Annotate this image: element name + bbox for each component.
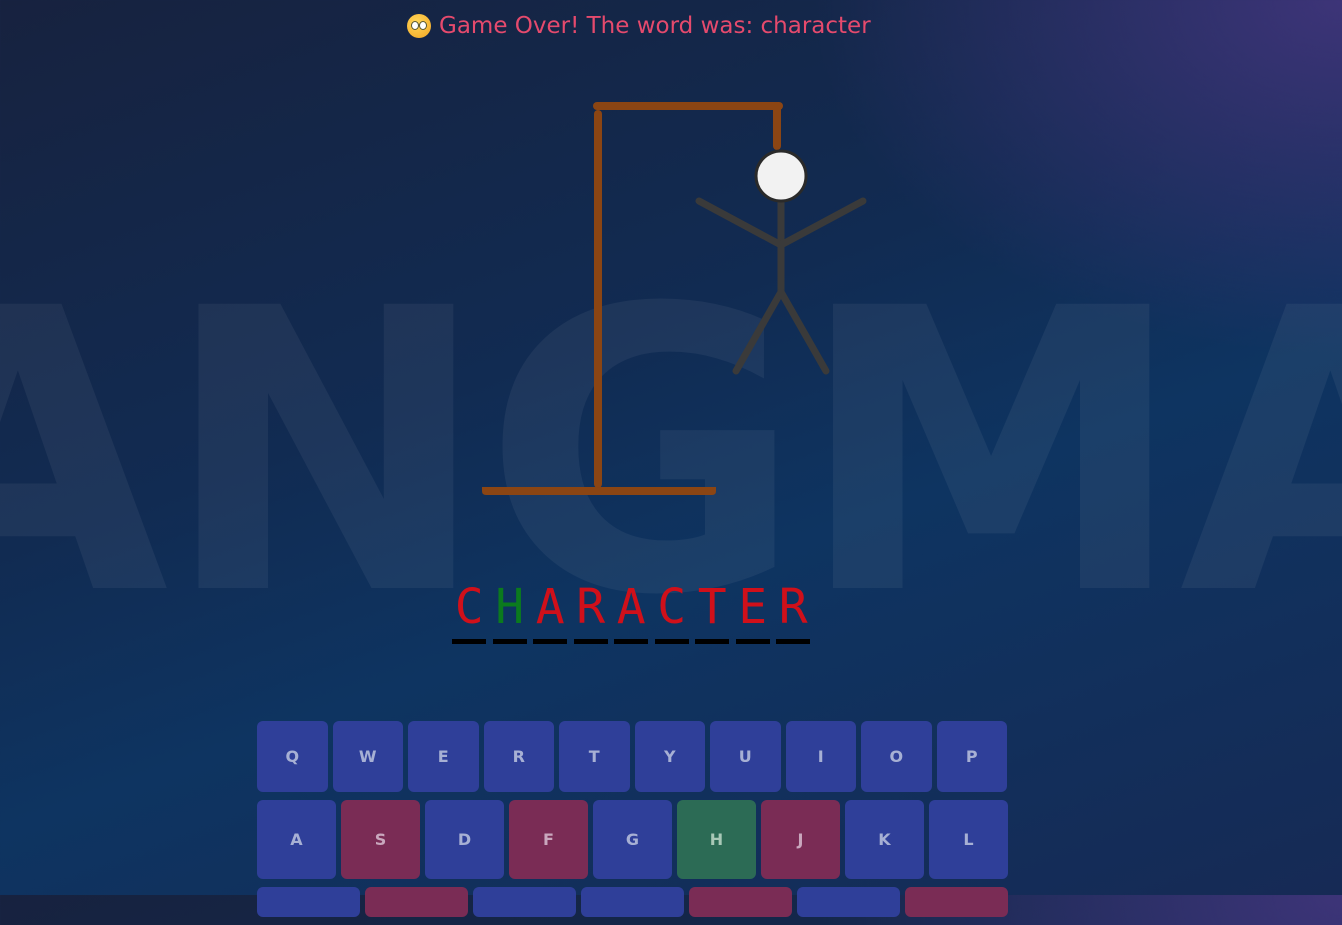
keyboard-key[interactable] <box>365 887 468 917</box>
key-w[interactable]: W <box>332 721 403 792</box>
key-a[interactable]: A <box>257 800 336 879</box>
word-letter: A <box>535 579 565 635</box>
key-s[interactable]: S <box>341 800 420 879</box>
word-letter: C <box>454 579 484 635</box>
keyboard-key[interactable] <box>689 887 792 917</box>
on-screen-keyboard: QWERTYUIOP ASDFGHJKL <box>257 721 1008 925</box>
keyboard-key[interactable] <box>581 887 684 917</box>
word-letter: R <box>576 579 606 635</box>
key-q[interactable]: Q <box>257 721 328 792</box>
letter-underline <box>573 639 608 644</box>
letter-slot: T <box>695 578 730 644</box>
stick-figure <box>695 149 867 375</box>
word-display: CHARACTER <box>452 578 811 644</box>
letter-slot: R <box>573 578 609 644</box>
key-d[interactable]: D <box>425 800 504 879</box>
keyboard-key[interactable] <box>905 887 1008 917</box>
letter-underline <box>695 639 730 644</box>
figure-left-leg <box>732 288 785 375</box>
letter-underline <box>533 639 568 644</box>
keyboard-row-3 <box>257 887 1008 917</box>
key-h[interactable]: H <box>677 800 756 879</box>
word-letter: C <box>657 579 687 635</box>
keyboard-row-2: ASDFGHJKL <box>257 800 1008 879</box>
key-t[interactable]: T <box>559 721 630 792</box>
key-p[interactable]: P <box>936 721 1007 792</box>
figure-right-arm <box>777 197 867 249</box>
figure-head <box>754 149 808 203</box>
figure-right-leg <box>777 288 830 375</box>
letter-underline <box>614 639 649 644</box>
letter-slot: E <box>735 578 771 644</box>
letter-slot: R <box>776 578 811 644</box>
key-k[interactable]: K <box>845 800 924 879</box>
letter-underline <box>452 639 487 644</box>
gallows <box>482 102 783 495</box>
letter-underline <box>776 639 811 644</box>
letter-underline <box>654 639 689 644</box>
key-j[interactable]: J <box>761 800 840 879</box>
letter-slot: A <box>614 578 649 644</box>
keyboard-key[interactable] <box>797 887 900 917</box>
letter-slot: H <box>492 578 528 644</box>
key-f[interactable]: F <box>509 800 588 879</box>
letter-slot: C <box>654 578 690 644</box>
key-r[interactable]: R <box>483 721 554 792</box>
key-u[interactable]: U <box>710 721 781 792</box>
word-letter: T <box>697 579 727 635</box>
letter-slot: C <box>452 578 487 644</box>
letter-underline <box>492 639 527 644</box>
key-y[interactable]: Y <box>634 721 705 792</box>
word-letter: R <box>778 579 808 635</box>
key-l[interactable]: L <box>929 800 1008 879</box>
word-letter: A <box>616 579 646 635</box>
keyboard-key[interactable] <box>473 887 576 917</box>
keyboard-row-1: QWERTYUIOP <box>257 721 1008 792</box>
gallows-base <box>482 487 716 495</box>
letter-underline <box>735 639 770 644</box>
figure-left-arm <box>695 197 785 249</box>
word-letter: H <box>495 579 525 635</box>
keyboard-key[interactable] <box>257 887 360 917</box>
key-e[interactable]: E <box>408 721 479 792</box>
key-o[interactable]: O <box>861 721 932 792</box>
letter-slot: A <box>533 578 568 644</box>
key-i[interactable]: I <box>785 721 856 792</box>
word-letter: E <box>738 579 768 635</box>
key-g[interactable]: G <box>593 800 672 879</box>
